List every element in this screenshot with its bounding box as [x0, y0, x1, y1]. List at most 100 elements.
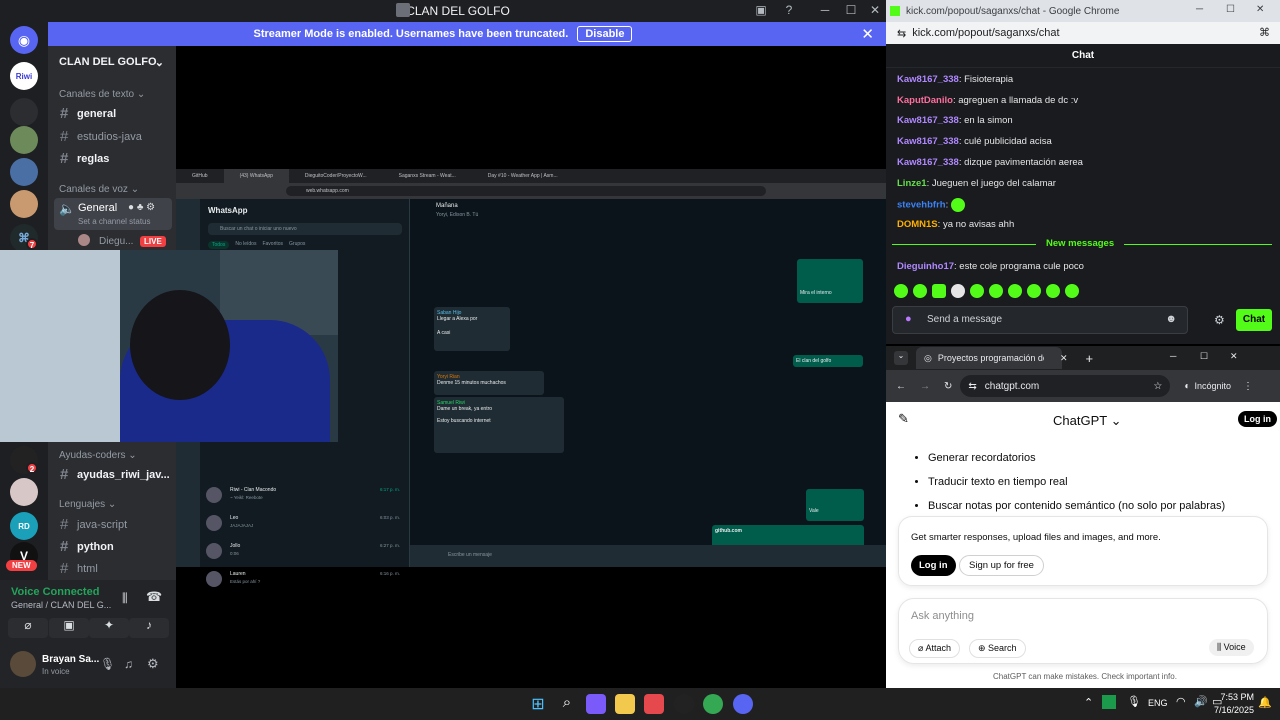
- incognito-label[interactable]: Incógnito: [1194, 381, 1231, 391]
- server-icon[interactable]: [10, 98, 38, 126]
- maximize-icon[interactable]: ☐: [1200, 351, 1208, 362]
- chat-username[interactable]: Linze1: [897, 178, 927, 189]
- compose-input[interactable]: Escribe un mensaje: [448, 552, 492, 558]
- soundboard-button[interactable]: ♪: [129, 618, 169, 638]
- channel-estudios-java[interactable]: # estudios-java: [60, 128, 142, 145]
- site-info-icon[interactable]: ⇆: [968, 381, 976, 392]
- search-icon[interactable]: ⌕: [557, 694, 577, 714]
- copilot-icon[interactable]: [586, 694, 606, 714]
- new-chat-icon[interactable]: ✎: [898, 411, 909, 427]
- emoji-icon[interactable]: ☻: [1165, 313, 1177, 325]
- snipping-tool-icon[interactable]: [644, 694, 664, 714]
- prompt-input[interactable]: Ask anything: [911, 610, 974, 622]
- server-icon[interactable]: [10, 190, 38, 218]
- headphones-icon[interactable]: ♫: [124, 657, 133, 671]
- tray-app-icon[interactable]: [1102, 695, 1116, 709]
- chat-username[interactable]: Kaw8167_338: [897, 136, 959, 147]
- chat-username[interactable]: DOMN1S: [897, 219, 938, 230]
- disconnect-icon[interactable]: ☎: [146, 589, 162, 605]
- tab-chatgpt[interactable]: ◎ Proyectos programación desta...: [916, 347, 1062, 369]
- login-button[interactable]: Log in: [1238, 411, 1277, 427]
- notification-bell-icon[interactable]: 🔔: [1258, 696, 1272, 709]
- tray-chevron-icon[interactable]: ⌃: [1084, 696, 1093, 709]
- close-icon[interactable]: ✕: [1230, 351, 1238, 362]
- channel-java-script[interactable]: # java-script: [60, 516, 127, 533]
- chat-username[interactable]: Kaw8167_338: [897, 115, 959, 126]
- settings-gear-icon[interactable]: ⚙: [1214, 313, 1225, 327]
- wa-filters[interactable]: Todos No leídos Favoritos Grupos: [208, 241, 305, 249]
- channel-html[interactable]: # html: [60, 560, 98, 577]
- search-button[interactable]: ⊕ Search: [969, 639, 1026, 658]
- new-tab-icon[interactable]: +: [1086, 351, 1094, 366]
- voice-location[interactable]: General / CLAN DEL G...: [11, 600, 111, 610]
- wifi-icon[interactable]: ◠: [1176, 695, 1186, 708]
- close-banner-icon[interactable]: ✕: [861, 25, 874, 43]
- address-bar[interactable]: ⇆ chatgpt.com ☆: [960, 375, 1171, 397]
- send-message-input[interactable]: ● Send a message ☻: [892, 306, 1188, 334]
- riwi-server-icon[interactable]: Riwi: [10, 62, 38, 90]
- file-explorer-icon[interactable]: [615, 694, 635, 714]
- maximize-icon[interactable]: ☐: [1226, 4, 1235, 15]
- promo-login-button[interactable]: Log in: [911, 555, 956, 576]
- chat-username[interactable]: KaputDanilo: [897, 95, 953, 106]
- list-item[interactable]: Riwi - Clan Macondo ~ Yeikl: Reebote 6:1…: [206, 485, 406, 509]
- server-header[interactable]: CLAN DEL GOLFO ⌄: [48, 46, 176, 78]
- voice-settings-icons[interactable]: ● ♣ ⚙: [128, 202, 155, 213]
- voice-button[interactable]: ⫼ Voice: [1209, 639, 1254, 656]
- kick-url-bar[interactable]: ⇆ kick.com/popout/saganxs/chat ⌘: [886, 22, 1280, 44]
- tab-search-icon[interactable]: ⌄: [894, 351, 908, 365]
- list-item[interactable]: Lauren Estás por ahí ? 6:16 p. m.: [206, 569, 406, 593]
- signup-button[interactable]: Sign up for free: [959, 555, 1044, 576]
- channel-python[interactable]: # python: [60, 538, 114, 555]
- mic-icon[interactable]: ●: [905, 313, 912, 325]
- discord-home-icon[interactable]: ◉: [10, 26, 38, 54]
- model-selector[interactable]: ChatGPT ⌄: [1053, 413, 1121, 429]
- activity-button[interactable]: ✦: [89, 618, 129, 638]
- wa-search[interactable]: Buscar un chat o iniciar uno nuevo: [208, 223, 402, 235]
- clock-date[interactable]: 7/16/2025: [1206, 705, 1254, 715]
- language-indicator[interactable]: ENG: [1148, 698, 1168, 708]
- channel-status[interactable]: Set a channel status: [78, 217, 151, 226]
- voice-channel-general[interactable]: 🔈 General ● ♣ ⚙ Set a channel status: [54, 198, 172, 230]
- help-icon[interactable]: ?: [780, 3, 798, 19]
- tray-mic-icon[interactable]: 🎙: [1127, 695, 1141, 708]
- back-icon[interactable]: ←: [896, 381, 906, 392]
- channel-ayudas[interactable]: # ayudas_riwi_jav...: [60, 466, 170, 483]
- bookmark-star-icon[interactable]: ☆: [1153, 381, 1162, 392]
- channel-reglas[interactable]: # reglas: [60, 150, 109, 167]
- category-ayudas[interactable]: Ayudas-coders ⌄: [59, 450, 137, 461]
- settings-gear-icon[interactable]: ⚙: [147, 656, 159, 672]
- chat-username[interactable]: stevehbfrh: [897, 200, 946, 211]
- menu-icon[interactable]: ⋮: [1243, 381, 1253, 392]
- emote-bar[interactable]: [894, 284, 1079, 298]
- list-item[interactable]: Leo JAJAJAJAJ 6:03 p. m.: [206, 513, 406, 537]
- server-icon[interactable]: [10, 478, 38, 506]
- category-text[interactable]: Canales de texto ⌄: [59, 89, 145, 100]
- maximize-icon[interactable]: ☐: [842, 3, 860, 19]
- category-lenguajes[interactable]: Lenguajes ⌄: [59, 499, 116, 510]
- attach-button[interactable]: ⌀ Attach: [909, 639, 960, 658]
- voice-user-name[interactable]: Diegu...: [99, 236, 133, 247]
- minimize-icon[interactable]: ─: [1196, 4, 1203, 15]
- server-icon[interactable]: [10, 126, 38, 154]
- chat-username[interactable]: Kaw8167_338: [897, 157, 959, 168]
- start-icon[interactable]: ⊞: [528, 694, 548, 714]
- send-chat-button[interactable]: Chat: [1236, 309, 1272, 331]
- avatar[interactable]: [10, 651, 36, 677]
- disable-button[interactable]: Disable: [577, 26, 633, 42]
- server-icon[interactable]: RD: [10, 512, 38, 540]
- forward-icon[interactable]: →: [920, 381, 930, 392]
- list-item[interactable]: Jollo 0:06 6:27 p. m.: [206, 541, 406, 565]
- minimize-icon[interactable]: ─: [1170, 351, 1176, 361]
- signal-icon[interactable]: ⫼: [122, 591, 128, 606]
- chrome-icon[interactable]: [703, 694, 723, 714]
- minimize-icon[interactable]: ─: [816, 3, 834, 19]
- chat-username[interactable]: Kaw8167_338: [897, 74, 959, 85]
- screen-share-button[interactable]: ▣: [49, 618, 89, 638]
- close-tab-icon[interactable]: ✕: [1060, 353, 1068, 364]
- inbox-icon[interactable]: ▣: [752, 3, 770, 19]
- discord-taskbar-icon[interactable]: [733, 694, 753, 714]
- prompt-box[interactable]: Ask anything ⌀ Attach ⊕ Search ⫼ Voice: [898, 598, 1268, 664]
- close-icon[interactable]: ✕: [866, 3, 884, 19]
- reload-icon[interactable]: ↻: [944, 381, 952, 392]
